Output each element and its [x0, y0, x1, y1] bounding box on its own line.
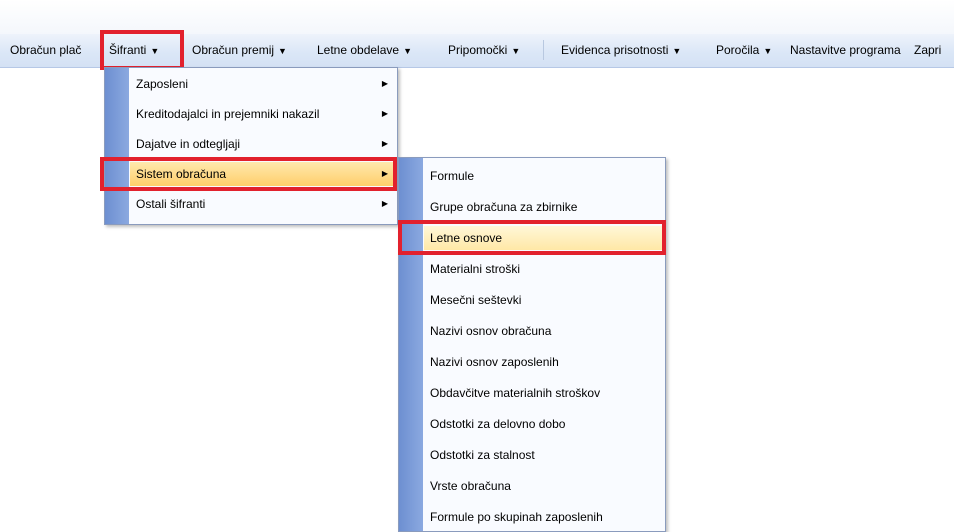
menuitem-label: Obdavčitve materialnih stroškov [430, 386, 601, 400]
submenu-arrow-icon: ▶ [381, 139, 388, 148]
menuitem-label: Mesečni seštevki [430, 293, 522, 307]
menuitem-zaposleni[interactable]: Zaposleni ▶ [130, 72, 396, 96]
menu-label: Obračun plač [10, 43, 82, 57]
menuitem-vrste-obracuna[interactable]: Vrste obračuna [424, 474, 664, 498]
menu-nastavitve-programa[interactable]: Nastavitve programa [788, 36, 903, 64]
menu-evidenca-prisotnosti[interactable]: Evidenca prisotnosti ▼ [559, 36, 683, 64]
menu-pripomocki[interactable]: Pripomočki ▼ [446, 36, 522, 64]
dropdown-arrow-icon: ▼ [763, 46, 773, 56]
menuitem-ostali-sifranti[interactable]: Ostali šifranti ▶ [130, 192, 396, 216]
menu-label: Letne obdelave [317, 43, 400, 57]
menuitem-label: Nazivi osnov zaposlenih [430, 355, 559, 369]
menuitem-label: Ostali šifranti [136, 197, 206, 211]
menuitem-label: Odstotki za stalnost [430, 448, 535, 462]
menuitem-materialni-stroski[interactable]: Materialni stroški [424, 257, 664, 281]
submenu-arrow-icon: ▶ [381, 109, 388, 118]
menuitem-formule-po-skupinah[interactable]: Formule po skupinah zaposlenih [424, 505, 664, 529]
highlight-sifranti [100, 30, 184, 70]
menuitem-label: Odstotki za delovno dobo [430, 417, 566, 431]
menu-obracun-premij[interactable]: Obračun premij ▼ [190, 36, 289, 64]
menu-label: Poročila [716, 43, 760, 57]
menuitem-nazivi-osnov-obracuna[interactable]: Nazivi osnov obračuna [424, 319, 664, 343]
highlight-sistem-obracuna [100, 157, 397, 191]
dropdown-arrow-icon: ▼ [672, 46, 682, 56]
highlight-letne-osnove [398, 220, 666, 255]
window-top [0, 0, 954, 34]
menu-label: Pripomočki [448, 43, 508, 57]
menuitem-odstotki-delovna-doba[interactable]: Odstotki za delovno dobo [424, 412, 664, 436]
menuitem-odstotki-stalnost[interactable]: Odstotki za stalnost [424, 443, 664, 467]
menuitem-label: Materialni stroški [430, 262, 521, 276]
menuitem-dajatve[interactable]: Dajatve in odtegljaji ▶ [130, 132, 396, 156]
menu-label: Nastavitve programa [790, 43, 901, 57]
menu-label: Zapri [914, 43, 942, 57]
menu-obracun-plac[interactable]: Obračun plač [8, 36, 83, 64]
menu-gutter [105, 68, 129, 224]
menuitem-label: Formule [430, 169, 475, 183]
menu-label: Evidenca prisotnosti [561, 43, 669, 57]
menuitem-label: Grupe obračuna za zbirnike [430, 200, 578, 214]
menuitem-grupe-obracuna[interactable]: Grupe obračuna za zbirnike [424, 195, 664, 219]
menuitem-label: Kreditodajalci in prejemniki nakazil [136, 107, 320, 121]
menuitem-kreditodajalci[interactable]: Kreditodajalci in prejemniki nakazil ▶ [130, 102, 396, 126]
menu-separator [543, 40, 544, 60]
sifranti-dropdown: Zaposleni ▶ Kreditodajalci in prejemniki… [104, 67, 398, 225]
menuitem-label: Zaposleni [136, 77, 189, 91]
menu-letne-obdelave[interactable]: Letne obdelave ▼ [315, 36, 414, 64]
dropdown-arrow-icon: ▼ [278, 46, 287, 56]
menuitem-label: Vrste obračuna [430, 479, 511, 493]
submenu-arrow-icon: ▶ [381, 79, 388, 88]
sistem-obracuna-submenu: Formule Grupe obračuna za zbirnike Letne… [398, 157, 666, 532]
menuitem-label: Dajatve in odtegljaji [136, 137, 241, 151]
menuitem-label: Formule po skupinah zaposlenih [430, 510, 603, 524]
menuitem-label: Nazivi osnov obračuna [430, 324, 552, 338]
dropdown-arrow-icon: ▼ [403, 46, 412, 56]
menu-zapri[interactable]: Zapri [912, 36, 943, 64]
submenu-arrow-icon: ▶ [381, 199, 388, 208]
menuitem-formule[interactable]: Formule [424, 164, 664, 188]
menu-label: Obračun premij [192, 43, 275, 57]
menuitem-mesecni-sestevki[interactable]: Mesečni seštevki [424, 288, 664, 312]
menu-porocila[interactable]: Poročila ▼ [714, 36, 774, 64]
menuitem-obdavcitve[interactable]: Obdavčitve materialnih stroškov [424, 381, 664, 405]
menuitem-nazivi-osnov-zaposlenih[interactable]: Nazivi osnov zaposlenih [424, 350, 664, 374]
dropdown-arrow-icon: ▼ [511, 46, 521, 56]
menu-gutter [399, 158, 423, 531]
